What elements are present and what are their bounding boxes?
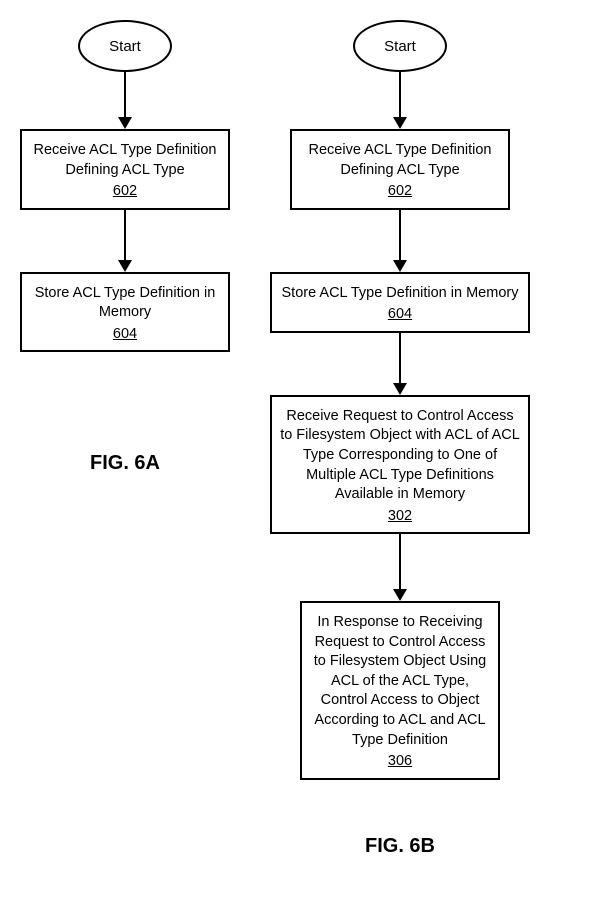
flowchart-b-column: Start Receive ACL Type Definition Defini… (270, 20, 530, 858)
flowchart-a-column: Start Receive ACL Type Definition Defini… (20, 20, 230, 475)
step-box-b2: Store ACL Type Definition in Memory 604 (270, 272, 530, 333)
arrow (393, 333, 407, 395)
step-ref: 302 (388, 507, 412, 527)
arrow-head-icon (118, 260, 132, 272)
step-text: Store ACL Type Definition in Memory (30, 284, 220, 323)
arrow (393, 72, 407, 129)
start-label: Start (384, 38, 416, 55)
step-text: Receive Request to Control Access to Fil… (280, 407, 520, 505)
step-ref: 602 (388, 182, 412, 202)
arrow-head-icon (118, 117, 132, 129)
figure-label-a: FIG. 6A (90, 452, 160, 475)
arrow-line (399, 333, 401, 383)
arrow-line (399, 72, 401, 117)
arrow-head-icon (393, 117, 407, 129)
step-text: Receive ACL Type Definition Defining ACL… (30, 141, 220, 180)
arrow-line (399, 534, 401, 589)
arrow-head-icon (393, 383, 407, 395)
diagram-page: Start Receive ACL Type Definition Defini… (20, 20, 579, 858)
arrow (118, 210, 132, 272)
figure-label-b: FIG. 6B (365, 835, 435, 858)
step-box-b1: Receive ACL Type Definition Defining ACL… (290, 129, 510, 210)
step-box-b3: Receive Request to Control Access to Fil… (270, 395, 530, 534)
step-ref: 306 (388, 752, 412, 772)
step-box-a2: Store ACL Type Definition in Memory 604 (20, 272, 230, 353)
arrow-line (124, 210, 126, 260)
step-ref: 604 (388, 305, 412, 325)
step-ref: 604 (113, 325, 137, 345)
step-text: Store ACL Type Definition in Memory (280, 284, 520, 304)
flowchart-a: Start Receive ACL Type Definition Defini… (20, 20, 230, 352)
start-node-b: Start (353, 20, 447, 72)
step-ref: 602 (113, 182, 137, 202)
arrow (393, 210, 407, 272)
arrow-head-icon (393, 260, 407, 272)
start-node-a: Start (78, 20, 172, 72)
arrow-line (124, 72, 126, 117)
start-label: Start (109, 38, 141, 55)
arrow-head-icon (393, 589, 407, 601)
arrow (118, 72, 132, 129)
step-box-a1: Receive ACL Type Definition Defining ACL… (20, 129, 230, 210)
arrow-line (399, 210, 401, 260)
step-text: Receive ACL Type Definition Defining ACL… (300, 141, 500, 180)
step-box-b4: In Response to Receiving Request to Cont… (300, 601, 500, 780)
step-text: In Response to Receiving Request to Cont… (310, 613, 490, 750)
arrow (393, 534, 407, 601)
flowchart-b: Start Receive ACL Type Definition Defini… (270, 20, 530, 780)
